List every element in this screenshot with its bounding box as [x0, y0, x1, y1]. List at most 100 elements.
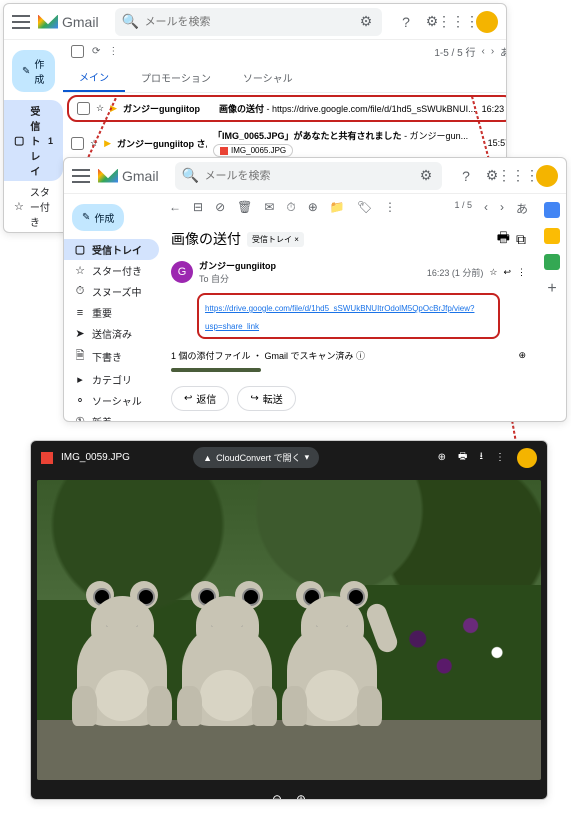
image-content [37, 480, 541, 780]
filter-icon[interactable]: ⚙ [358, 14, 374, 30]
message-toolbar: ← ⊟ ⊘ 🗑 ✉ ⏱ ⊕ 📁 🏷 ⋮ 1 / 5 ‹ › あ [159, 194, 538, 223]
sender-avatar[interactable]: G [171, 261, 193, 283]
download-icon[interactable]: ⭳ [480, 449, 484, 466]
tab-promotions[interactable]: プロモーション [125, 63, 227, 92]
account-avatar[interactable] [476, 11, 498, 33]
zoom-out-icon[interactable]: ⊖ [272, 792, 282, 800]
tab-primary[interactable]: メイン [63, 63, 125, 92]
category-tabs: メイン プロモーション ソーシャル [63, 63, 507, 93]
compose-button[interactable]: ✎ 作成 [72, 204, 124, 231]
header: Gmail 🔍 ⚙ ? ⚙ ⋮⋮⋮ [4, 4, 506, 40]
list-toolbar: ⟳ ⋮ 1-5 / 5 行 ‹ › あ [63, 40, 507, 63]
label-icon[interactable]: 🏷 [357, 200, 372, 217]
more-icon[interactable]: ⋮ [517, 267, 526, 278]
account-avatar[interactable] [536, 165, 558, 187]
print-icon[interactable]: 🖶 [458, 449, 467, 466]
row-checkbox[interactable] [71, 137, 84, 150]
more-icon[interactable]: ⋮ [108, 46, 118, 57]
print-icon[interactable]: 🖶 [497, 227, 510, 251]
sidebar-social[interactable]: ⚬ソーシャル [64, 390, 159, 411]
filter-icon[interactable]: ⚙ [418, 168, 434, 184]
prev-msg-icon[interactable]: ‹ [484, 200, 488, 217]
menu-icon[interactable] [12, 15, 30, 29]
viewer-footer: ⊖ ⊕ [31, 786, 547, 800]
sidebar-inbox[interactable]: ▢受信トレイ1 [4, 100, 63, 181]
search-bar[interactable]: 🔍 ⚙ [175, 162, 442, 190]
help-icon[interactable]: ? [398, 14, 414, 30]
sidebar-snoozed[interactable]: ⏱スヌーズ中 [64, 281, 159, 302]
search-input[interactable] [145, 16, 352, 28]
sidebar-starred[interactable]: ☆スター付き [64, 260, 159, 281]
search-input[interactable] [205, 170, 412, 182]
attachment-thumbnail[interactable] [171, 368, 261, 372]
drive-link-highlight: https://drive.google.com/file/d/1hd5_sSW… [197, 293, 500, 339]
ime-icon[interactable]: あ [500, 44, 507, 59]
menu-icon[interactable] [72, 169, 90, 183]
gmail-logo[interactable]: Gmail [38, 14, 99, 30]
pagination-count: 1-5 / 5 行 [434, 44, 475, 59]
header: Gmail 🔍 ⚙ ? ⚙ ⋮⋮⋮ [64, 158, 566, 194]
add-to-drive-icon[interactable]: ⊕ [438, 452, 446, 463]
reply-button[interactable]: ↩ 返信 [171, 386, 229, 411]
snooze-icon[interactable]: ⏱ [286, 200, 295, 217]
sidebar: ✎ 作成 ▢受信トレイ1 ☆スター付き ⏱スヌーズ中 ≡重要 ➤送信済み 🗎下書… [4, 40, 63, 232]
addtask-icon[interactable]: ⊕ [308, 200, 318, 217]
sidebar-snoozed[interactable]: ⏱スヌーズ中 [4, 232, 63, 233]
search-icon: 🔍 [183, 168, 199, 184]
gmail-logo[interactable]: Gmail [98, 168, 159, 184]
account-avatar[interactable] [517, 448, 537, 468]
sidebar: ✎ 作成 ▢受信トレイ ☆スター付き ⏱スヌーズ中 ≡重要 ➤送信済み 🗎下書き… [64, 194, 159, 421]
sidebar-drafts[interactable]: 🗎下書き [64, 344, 159, 369]
more-icon[interactable]: ⋮ [384, 200, 396, 217]
tasks-icon[interactable] [544, 254, 560, 270]
sidebar-categories[interactable]: ▸カテゴリ [64, 369, 159, 390]
star-icon[interactable]: ☆ [489, 267, 497, 278]
next-msg-icon[interactable]: › [500, 200, 504, 217]
calendar-icon[interactable] [544, 202, 560, 218]
side-rail: + [538, 194, 566, 421]
back-icon[interactable]: ← [169, 200, 181, 217]
delete-icon[interactable]: 🗑 [237, 200, 252, 217]
zoom-in-icon[interactable]: ⊕ [296, 792, 306, 800]
row-checkbox[interactable] [77, 102, 90, 115]
reply-icon[interactable]: ↩ [503, 267, 511, 278]
ime-icon[interactable]: あ [516, 200, 528, 217]
open-with-button[interactable]: ▲ CloudConvert で開く ▾ [193, 447, 319, 468]
prev-icon[interactable]: ‹ [481, 46, 484, 57]
search-bar[interactable]: 🔍 ⚙ [115, 8, 382, 36]
more-icon[interactable]: ⋮ [495, 452, 505, 463]
drive-viewer-panel: IMG_0059.JPG ▲ CloudConvert で開く ▾ ⊕ 🖶 ⭳ … [30, 440, 548, 800]
select-all-checkbox[interactable] [71, 45, 84, 58]
move-icon[interactable]: 📁 [330, 200, 345, 217]
inbox-label[interactable]: 受信トレイ × [247, 232, 304, 247]
tab-social[interactable]: ソーシャル [227, 63, 309, 92]
apps-icon[interactable]: ⋮⋮⋮ [510, 168, 526, 184]
compose-button[interactable]: ✎ 作成 [12, 50, 55, 92]
drive-link[interactable]: https://drive.google.com/file/d/1hd5_sSW… [205, 304, 474, 331]
sidebar-sent[interactable]: ➤送信済み [64, 323, 159, 344]
add-to-drive-icon[interactable]: ⊕ [518, 350, 526, 361]
forward-button[interactable]: ↪ 転送 [237, 386, 295, 411]
keep-icon[interactable] [544, 228, 560, 244]
sidebar-inbox[interactable]: ▢受信トレイ [64, 239, 159, 260]
next-icon[interactable]: › [491, 46, 494, 57]
unread-icon[interactable]: ✉ [264, 200, 274, 217]
archive-icon[interactable]: ⊟ [193, 200, 203, 217]
star-icon[interactable]: ☆ [96, 103, 104, 114]
message-row[interactable]: ☆ ▶ ガンジーgungiitop 画像の送付 - https://drive.… [67, 95, 507, 122]
refresh-icon[interactable]: ⟳ [92, 46, 100, 57]
message-nav: 1 / 5 [454, 200, 472, 217]
sidebar-important[interactable]: ≡重要 [64, 302, 159, 323]
spam-icon[interactable]: ⊘ [215, 200, 225, 217]
popout-icon[interactable]: ⧉ [516, 231, 526, 248]
apps-icon[interactable]: ⋮⋮⋮ [450, 14, 466, 30]
message-title: 画像の送付 受信トレイ × 🖶 ⧉ [159, 223, 538, 255]
search-icon: 🔍 [123, 14, 139, 30]
gmail-message-panel: Gmail 🔍 ⚙ ? ⚙ ⋮⋮⋮ ✎ 作成 ▢受信トレイ ☆スター付き ⏱スヌ… [63, 157, 567, 422]
message-meta: G ガンジーgungiitop To 自分 16:23 (1 分前) ☆ ↩ ⋮ [159, 255, 538, 289]
sidebar-starred[interactable]: ☆スター付き [4, 181, 63, 232]
add-icon[interactable]: + [547, 280, 556, 298]
sidebar-updates[interactable]: ①新着 [64, 411, 159, 422]
help-icon[interactable]: ? [458, 168, 474, 184]
important-icon[interactable]: ▶ [104, 138, 111, 149]
